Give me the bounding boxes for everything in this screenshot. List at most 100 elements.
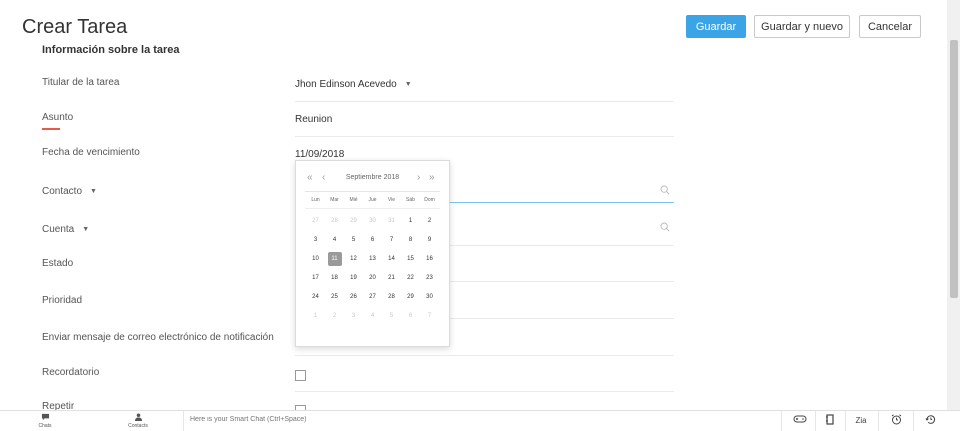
datepicker-day[interactable]: 28 (382, 287, 401, 306)
datepicker-day[interactable]: 8 (401, 230, 420, 249)
contact-type-select[interactable]: Contacto ▼ (42, 186, 97, 197)
subject-row: Asunto Reunion (42, 101, 674, 137)
datepicker-day[interactable]: 7 (420, 306, 439, 325)
weekday-label: Sáb (406, 197, 415, 203)
datepicker-day[interactable]: 5 (344, 230, 363, 249)
task-owner-row: Titular de la tarea Jhon Edinson Acevedo… (42, 66, 674, 102)
notebook-icon[interactable] (820, 414, 840, 428)
reminder-checkbox[interactable] (295, 370, 306, 381)
datepicker-day[interactable]: 2 (420, 211, 439, 230)
subject-input[interactable]: Reunion (295, 114, 332, 125)
bar-divider (815, 411, 816, 431)
save-button[interactable]: Guardar (686, 15, 746, 38)
datepicker-day[interactable]: 6 (363, 230, 382, 249)
next-year-button[interactable]: » (429, 172, 435, 183)
day-number: 19 (350, 274, 357, 281)
datepicker-day[interactable]: 3 (344, 306, 363, 325)
datepicker-day[interactable]: 17 (306, 268, 325, 287)
datepicker-day-selected[interactable]: 11 (325, 249, 344, 268)
day-number: 24 (312, 293, 319, 300)
account-label: Cuenta (42, 224, 75, 235)
datepicker-day[interactable]: 15 (401, 249, 420, 268)
datepicker-popup: « ‹ Septiembre 2018 › » Lun Mar Mié Jue Vie S… (295, 160, 450, 347)
datepicker-day[interactable]: 29 (401, 287, 420, 306)
required-indicator (42, 128, 60, 130)
day-number: 6 (408, 312, 413, 319)
day-number: 12 (350, 255, 357, 262)
datepicker-day[interactable]: 29 (344, 211, 363, 230)
datepicker-day[interactable]: 28 (325, 211, 344, 230)
next-month-button[interactable]: › (417, 172, 420, 183)
notify-label: Enviar mensaje de correo electrónico de … (42, 332, 274, 343)
day-number: 2 (332, 312, 337, 319)
save-and-new-button[interactable]: Guardar y nuevo (754, 15, 850, 38)
cancel-button[interactable]: Cancelar (859, 15, 921, 38)
datepicker-day[interactable]: 27 (363, 287, 382, 306)
weekday-label: Lun (311, 197, 320, 203)
datepicker-day[interactable]: 30 (363, 211, 382, 230)
datepicker-day[interactable]: 16 (420, 249, 439, 268)
day-number: 15 (407, 255, 414, 262)
bar-divider (878, 411, 879, 431)
datepicker-day[interactable]: 25 (325, 287, 344, 306)
reminder-row: Recordatorio (42, 356, 674, 392)
datepicker-day[interactable]: 21 (382, 268, 401, 287)
chevron-down-icon: ▼ (82, 225, 90, 233)
datepicker-day[interactable]: 24 (306, 287, 325, 306)
weekday-label: Mié (349, 197, 358, 203)
datepicker-day[interactable]: 9 (420, 230, 439, 249)
day-number: 16 (426, 255, 433, 262)
datepicker-day[interactable]: 6 (401, 306, 420, 325)
day-number: 29 (407, 293, 414, 300)
datepicker-day[interactable]: 1 (306, 306, 325, 325)
day-number: 9 (427, 236, 432, 243)
datepicker-day[interactable]: 4 (325, 230, 344, 249)
datepicker-day[interactable]: 18 (325, 268, 344, 287)
datepicker-day[interactable]: 1 (401, 211, 420, 230)
day-number: 6 (370, 236, 375, 243)
datepicker-day[interactable]: 13 (363, 249, 382, 268)
day-number: 28 (331, 217, 338, 224)
smart-chat-input[interactable] (190, 416, 590, 423)
datepicker-day[interactable]: 14 (382, 249, 401, 268)
chats-button[interactable]: Chats (25, 413, 65, 429)
datepicker-day[interactable]: 12 (344, 249, 363, 268)
task-owner-label: Titular de la tarea (42, 77, 120, 88)
day-number: 31 (388, 217, 395, 224)
history-icon[interactable] (920, 414, 940, 428)
gamepad-icon[interactable] (790, 414, 810, 428)
datepicker-day[interactable]: 22 (401, 268, 420, 287)
datepicker-day[interactable]: 4 (363, 306, 382, 325)
day-number: 27 (312, 217, 319, 224)
day-number: 7 (389, 236, 394, 243)
contacts-button[interactable]: Contacts (118, 413, 158, 429)
day-number: 23 (426, 274, 433, 281)
contact-label: Contacto (42, 186, 83, 197)
task-owner-select[interactable]: Jhon Edinson Acevedo ▼ (295, 79, 412, 90)
day-number: 30 (369, 217, 376, 224)
datepicker-day[interactable]: 27 (306, 211, 325, 230)
day-number: 3 (351, 312, 356, 319)
datepicker-day[interactable]: 26 (344, 287, 363, 306)
day-number: 18 (331, 274, 338, 281)
vertical-scrollbar[interactable] (947, 0, 960, 410)
datepicker-day[interactable]: 3 (306, 230, 325, 249)
day-number: 26 (350, 293, 357, 300)
datepicker-day[interactable]: 31 (382, 211, 401, 230)
day-number: 14 (388, 255, 395, 262)
due-date-input[interactable]: 11/09/2018 (295, 149, 344, 160)
account-type-select[interactable]: Cuenta ▼ (42, 224, 89, 235)
search-icon[interactable] (660, 222, 670, 232)
datepicker-day[interactable]: 20 (363, 268, 382, 287)
datepicker-day[interactable]: 10 (306, 249, 325, 268)
datepicker-day[interactable]: 5 (382, 306, 401, 325)
zia-icon[interactable]: Zia (851, 416, 871, 430)
datepicker-day[interactable]: 23 (420, 268, 439, 287)
search-icon[interactable] (660, 185, 670, 195)
alarm-icon[interactable] (886, 414, 906, 428)
datepicker-day[interactable]: 30 (420, 287, 439, 306)
datepicker-day[interactable]: 2 (325, 306, 344, 325)
datepicker-day[interactable]: 19 (344, 268, 363, 287)
datepicker-day[interactable]: 7 (382, 230, 401, 249)
scrollbar-thumb[interactable] (950, 40, 958, 298)
